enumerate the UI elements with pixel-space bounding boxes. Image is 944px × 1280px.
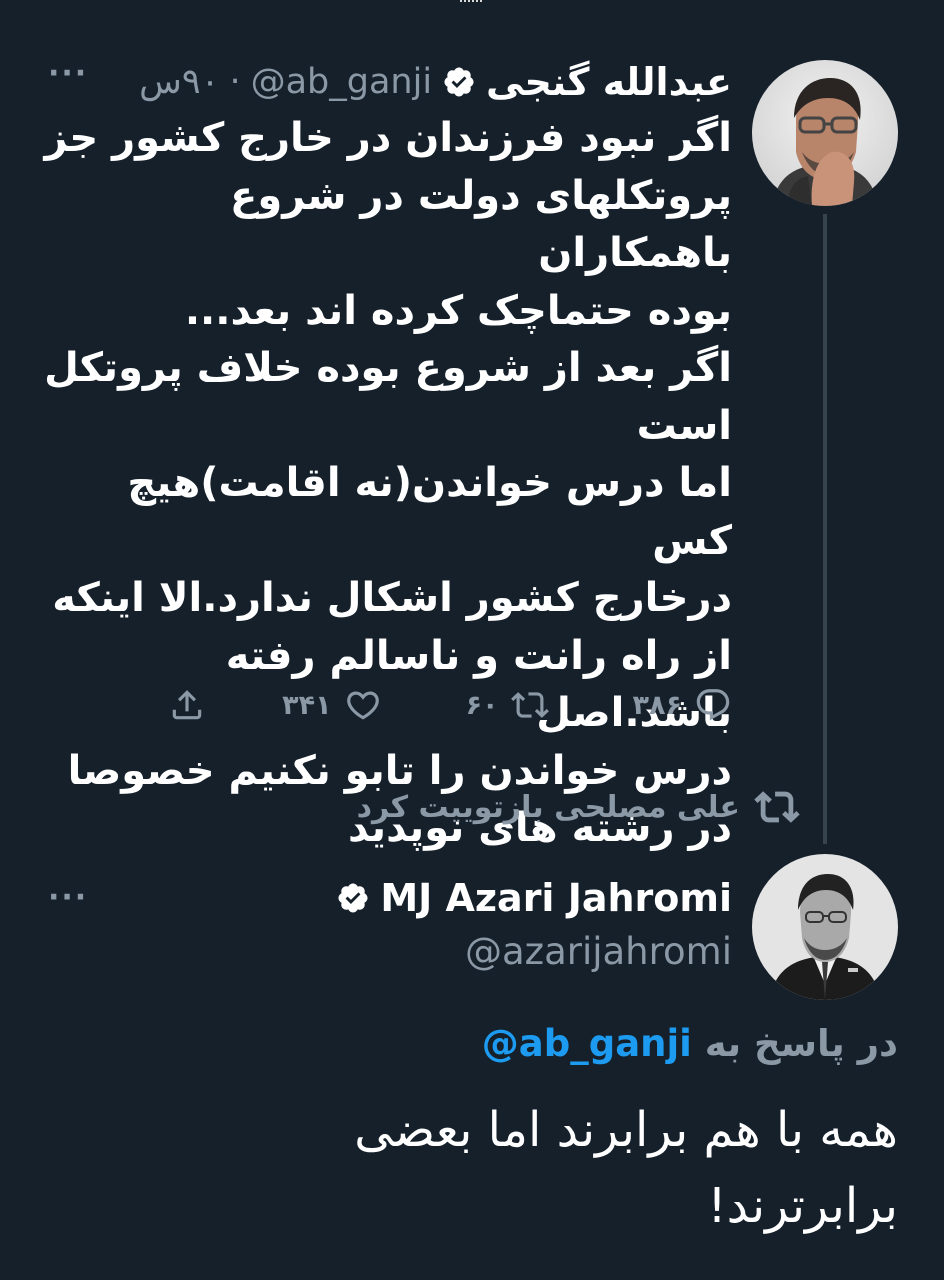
reply-button[interactable]: ۳۸۶: [633, 686, 732, 724]
tweet1-header: عبدالله گنجی @ab_ganji · ۹۰س: [46, 56, 732, 108]
tweet1-action-bar: ۳۸۶ ۶۰ ۳۴۱: [160, 678, 732, 732]
share-button[interactable]: [168, 686, 206, 724]
tweet1-separator: ·: [229, 62, 241, 102]
verified-badge-icon: [444, 67, 474, 97]
tweet2-more-options-icon[interactable]: ···: [48, 880, 88, 915]
tweet2-handle[interactable]: @azarijahromi: [465, 930, 732, 973]
tweet1-timestamp[interactable]: ۹۰س: [139, 62, 219, 102]
reply-count: ۳۸۶: [632, 689, 682, 721]
tweet1-more-options-icon[interactable]: ···: [48, 56, 88, 91]
retweeted-by-indicator: علی مصلحی بازتوییت کرد: [357, 784, 802, 830]
retweet-icon: [510, 692, 549, 718]
avatar-ab-ganji[interactable]: [752, 60, 898, 206]
replying-to-mention-link[interactable]: @ab_ganji: [482, 1022, 692, 1065]
thread-connector-line: [823, 214, 827, 844]
retweeted-by-text[interactable]: علی مصلحی بازتوییت کرد: [357, 790, 740, 825]
tweet2-body-text: همه با هم برابرند اما بعضی برابرترند!: [354, 1102, 898, 1234]
avatar-azari-jahromi[interactable]: [752, 854, 898, 1000]
heart-icon: [346, 691, 379, 720]
tweet2-header: MJ Azari Jahromi: [336, 876, 732, 920]
tweet1-handle[interactable]: @ab_ganji: [251, 62, 432, 102]
like-count: ۳۴۱: [282, 689, 332, 721]
tweet1-author-name[interactable]: عبدالله گنجی: [486, 60, 732, 104]
tweet2-author-name[interactable]: MJ Azari Jahromi: [380, 876, 732, 920]
share-icon: [172, 690, 202, 720]
replying-to-prefix: در پاسخ به: [704, 1022, 898, 1065]
retweet-indicator-icon: [754, 791, 800, 823]
reply-icon: [696, 689, 730, 721]
retweet-button[interactable]: ۶۰: [466, 686, 549, 724]
tweet1-body-text: اگر نبود فرزندان در خارج کشور جز پروتکله…: [44, 115, 732, 851]
verified-badge-icon: [338, 883, 368, 913]
top-cut-off-text: [460, 0, 482, 8]
tweet-thread-page: عبدالله گنجی @ab_ganji · ۹۰س ··· اگر نبو…: [0, 0, 944, 1280]
retweet-count: ۶۰: [465, 689, 499, 721]
replying-to-line: در پاسخ به @ab_ganji: [482, 1022, 898, 1065]
like-button[interactable]: ۳۴۱: [282, 686, 381, 724]
